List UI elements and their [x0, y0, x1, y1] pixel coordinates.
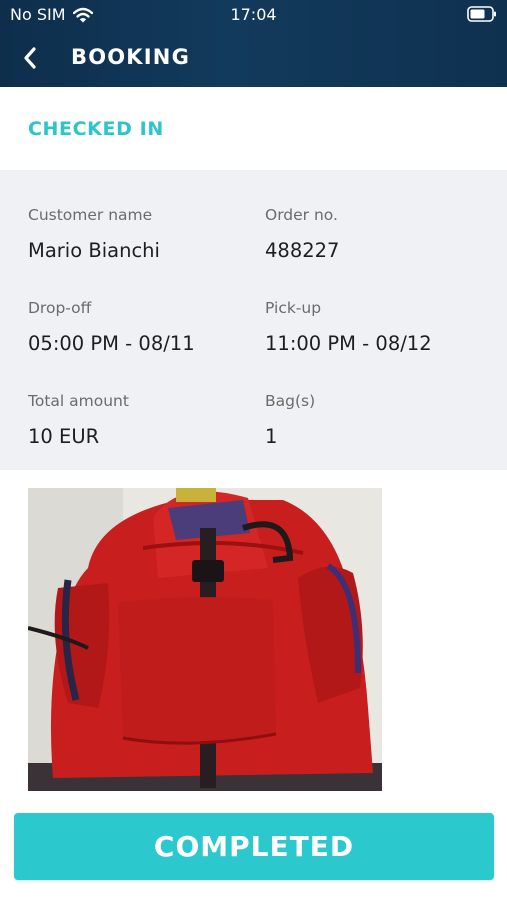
completed-button[interactable]: COMPLETED [14, 813, 494, 880]
customer-name-field: Customer name Mario Bianchi [28, 206, 160, 262]
order-number-field: Order no. 488227 [265, 206, 339, 262]
total-amount-value: 10 EUR [28, 425, 100, 448]
customer-name-value: Mario Bianchi [28, 239, 160, 262]
luggage-photo [28, 488, 382, 791]
nav-bar: BOOKING [0, 40, 507, 80]
drop-off-value: 05:00 PM - 08/11 [28, 332, 195, 355]
drop-off-label: Drop-off [28, 299, 92, 317]
pick-up-label: Pick-up [265, 299, 322, 317]
pick-up-value: 11:00 PM - 08/12 [265, 332, 432, 355]
app-header: No SIM 17:04 BOOKING [0, 0, 507, 87]
drop-off-field: Drop-off 05:00 PM - 08/11 [28, 299, 195, 355]
customer-name-label: Customer name [28, 206, 153, 224]
booking-details: Customer name Mario Bianchi Order no. 48… [0, 170, 507, 470]
status-badge: CHECKED IN [28, 118, 164, 140]
order-number-label: Order no. [265, 206, 338, 224]
battery-icon [467, 6, 496, 22]
order-number-value: 488227 [265, 239, 340, 262]
back-button[interactable] [10, 40, 50, 76]
status-bar: No SIM 17:04 [0, 0, 507, 30]
status-time: 17:04 [230, 5, 277, 24]
pick-up-field: Pick-up 11:00 PM - 08/12 [265, 299, 432, 355]
booking-status-section: CHECKED IN [0, 87, 507, 170]
backpack-illustration [28, 488, 382, 791]
chevron-left-icon [24, 47, 36, 69]
bags-value: 1 [265, 425, 278, 448]
page-title: BOOKING [71, 45, 191, 69]
bags-label: Bag(s) [265, 392, 316, 410]
total-amount-label: Total amount [28, 392, 129, 410]
bags-field: Bag(s) 1 [265, 392, 315, 448]
total-amount-field: Total amount 10 EUR [28, 392, 129, 448]
